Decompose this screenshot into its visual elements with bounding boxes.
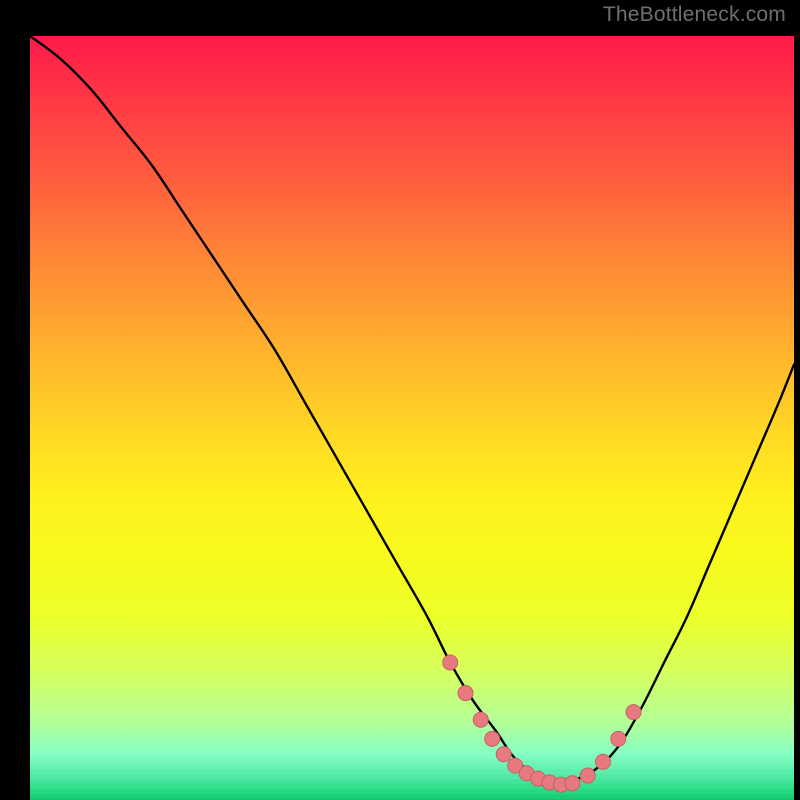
marker-dot <box>596 754 611 769</box>
marker-dot <box>626 705 641 720</box>
marker-dot <box>443 655 458 670</box>
marker-dot <box>496 747 511 762</box>
marker-dot <box>580 768 595 783</box>
marker-dot <box>473 712 488 727</box>
marker-dot <box>485 731 500 746</box>
marker-dot <box>611 731 626 746</box>
marker-dot <box>565 776 580 791</box>
plot-area <box>30 36 794 800</box>
bottleneck-curve-line <box>30 36 794 785</box>
marker-points-group <box>443 655 641 792</box>
chart-svg <box>30 36 794 800</box>
chart-frame <box>12 12 788 788</box>
attribution-label: TheBottleneck.com <box>603 3 786 27</box>
marker-dot <box>458 686 473 701</box>
